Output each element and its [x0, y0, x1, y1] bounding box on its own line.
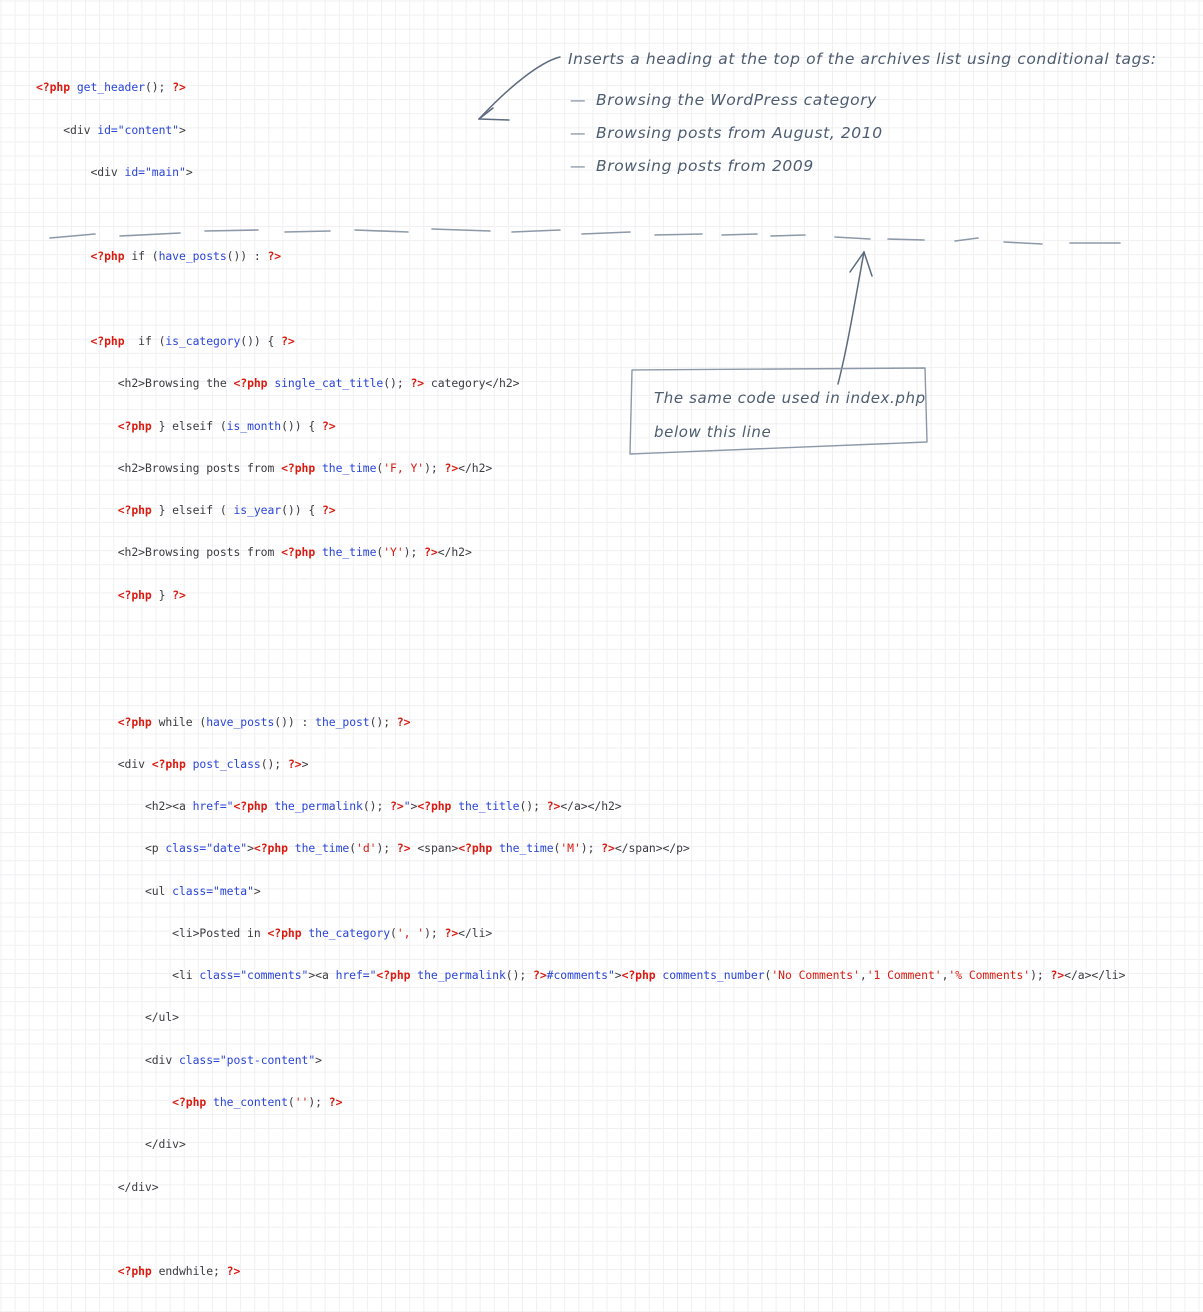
annotation-box-line-2: below this line — [654, 423, 772, 441]
code-line: <?php while (have_posts()) : the_post();… — [117, 714, 411, 729]
code-line: <?php the_content(''); ?> — [172, 1095, 343, 1110]
annotation-bullet-list: — Browsing the WordPress category — Browsi… — [570, 89, 883, 188]
list-item: — Browsing posts from August, 2010 — [570, 122, 883, 155]
list-item-label: Browsing posts from 2009 — [596, 157, 814, 175]
code-line: <h2>Browsing posts from <?php the_time('… — [117, 460, 493, 475]
code-line: <?php if (have_posts()) : ?> — [90, 249, 282, 264]
code-line: </div> — [117, 1179, 159, 1194]
list-item: — Browsing the WordPress category — [570, 89, 883, 122]
code-line: <div class="post-content"> — [144, 1052, 322, 1067]
annotation-box-text: The same code used in index.php below th… — [654, 381, 926, 449]
code-line: <?php } elseif ( is_year()) { ?> — [117, 503, 336, 518]
annotation-box: The same code used in index.php below th… — [626, 367, 928, 458]
code-listing: <?php get_header(); ?> <div id="content"… — [36, 38, 1125, 1312]
annotation-box-line-1: The same code used in index.php — [654, 389, 926, 407]
code-line: <ul class="meta"> — [144, 883, 261, 898]
list-item: — Browsing posts from 2009 — [570, 155, 883, 188]
code-line: <?php endwhile; ?> — [117, 1264, 241, 1279]
code-line: <h2>Browsing the <?php single_cat_title(… — [117, 376, 520, 391]
code-line: <?php if (is_category()) { ?> — [90, 333, 295, 348]
code-line: <?php } elseif (is_month()) { ?> — [117, 418, 336, 433]
code-line: <h2><a href="<?php the_permalink(); ?>">… — [144, 799, 622, 814]
list-item-label: Browsing posts from August, 2010 — [596, 124, 883, 142]
code-line: <li>Posted in <?php the_category(', '); … — [172, 925, 493, 940]
code-line: <?php } ?> — [117, 587, 186, 602]
bullet-dash-icon: — — [570, 91, 587, 109]
code-line: <div <?php post_class(); ?>> — [117, 756, 309, 771]
code-line: <li class="comments"><a href="<?php the_… — [172, 968, 1126, 983]
code-line: </ul> — [144, 1010, 179, 1025]
list-item-label: Browsing the WordPress category — [596, 91, 877, 109]
code-line: </div> — [144, 1137, 186, 1152]
bullet-dash-icon: — — [570, 157, 587, 175]
code-line: <p class="date"><?php the_time('d'); ?> … — [144, 841, 690, 856]
bullet-dash-icon: — — [570, 124, 587, 142]
annotation-heading-note: Inserts a heading at the top of the arch… — [568, 50, 1157, 68]
code-line: <h2>Browsing posts from <?php the_time('… — [117, 545, 472, 560]
